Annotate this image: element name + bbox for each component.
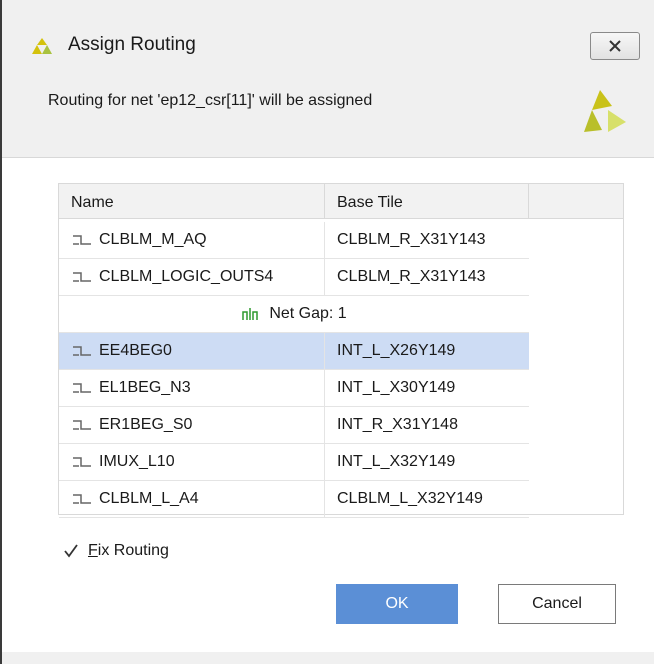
routing-message: Routing for net 'ep12_csr[11]' will be a… bbox=[48, 92, 373, 109]
table-row[interactable]: IMUX_L10 INT_L_X32Y149 bbox=[59, 444, 529, 481]
close-button[interactable] bbox=[590, 32, 640, 60]
routing-node-icon bbox=[73, 494, 91, 504]
fix-routing-mnemonic: F bbox=[88, 542, 98, 559]
base-tile: CLBLM_L_X32Y149 bbox=[337, 490, 483, 507]
cancel-button[interactable]: Cancel bbox=[498, 584, 616, 624]
base-tile: CLBLM_R_X31Y143 bbox=[337, 268, 486, 285]
base-tile: CLBLM_R_X31Y143 bbox=[337, 231, 486, 248]
base-tile: INT_R_X31Y148 bbox=[337, 416, 458, 433]
node-name: ER1BEG_S0 bbox=[99, 416, 193, 433]
close-icon bbox=[609, 40, 621, 52]
routing-node-icon bbox=[73, 235, 91, 245]
net-gap-row[interactable]: Net Gap: 1 bbox=[59, 296, 529, 333]
brand-logo-icon bbox=[584, 90, 626, 132]
node-name: CLBLM_LOGIC_OUTS4 bbox=[99, 268, 274, 285]
app-logo-icon bbox=[32, 38, 52, 54]
table-header: Name Base Tile bbox=[59, 184, 623, 219]
base-tile: INT_L_X26Y149 bbox=[337, 342, 456, 359]
table-row[interactable]: ER1BEG_S0 INT_R_X31Y148 bbox=[59, 407, 529, 444]
routing-table: Name Base Tile CLBLM_M_AQ CLBLM_R_X31Y14… bbox=[58, 183, 624, 518]
column-header-name[interactable]: Name bbox=[59, 184, 325, 218]
table-row[interactable]: EL1BEG_N3 INT_L_X30Y149 bbox=[59, 370, 529, 407]
table-row-selected[interactable]: EE4BEG0 INT_L_X26Y149 bbox=[59, 333, 529, 370]
column-header-base-tile[interactable]: Base Tile bbox=[325, 184, 529, 218]
routing-node-icon bbox=[73, 420, 91, 430]
base-tile: INT_L_X32Y149 bbox=[337, 453, 456, 470]
node-name: EE4BEG0 bbox=[99, 342, 172, 359]
base-tile: INT_L_X30Y149 bbox=[337, 379, 456, 396]
table-row[interactable]: CLBLM_L_A4 CLBLM_L_X32Y149 bbox=[59, 481, 529, 518]
net-gap-label: Net Gap: 1 bbox=[269, 305, 347, 322]
node-name: CLBLM_L_A4 bbox=[99, 490, 199, 507]
fix-routing-option[interactable]: Fix Routing bbox=[62, 542, 169, 560]
routing-node-icon bbox=[73, 383, 91, 393]
routing-node-icon bbox=[73, 457, 91, 467]
routing-node-icon bbox=[73, 346, 91, 356]
net-gap-icon bbox=[242, 308, 259, 320]
node-name: IMUX_L10 bbox=[99, 453, 175, 470]
fix-routing-text: ix Routing bbox=[97, 542, 169, 559]
dialog-title: Assign Routing bbox=[68, 34, 196, 55]
header-divider bbox=[2, 157, 654, 158]
table-row[interactable]: CLBLM_M_AQ CLBLM_R_X31Y143 bbox=[59, 222, 529, 259]
header-band bbox=[2, 0, 654, 157]
table-row[interactable]: CLBLM_LOGIC_OUTS4 CLBLM_R_X31Y143 bbox=[59, 259, 529, 296]
fix-routing-checkbox[interactable] bbox=[62, 542, 80, 560]
bottom-strip bbox=[2, 652, 654, 664]
fix-routing-label: Fix Routing bbox=[88, 542, 169, 560]
node-name: EL1BEG_N3 bbox=[99, 379, 191, 396]
ok-button[interactable]: OK bbox=[336, 584, 458, 624]
node-name: CLBLM_M_AQ bbox=[99, 231, 207, 248]
routing-node-icon bbox=[73, 272, 91, 282]
assign-routing-dialog: Assign Routing Routing for net 'ep12_csr… bbox=[2, 0, 654, 664]
